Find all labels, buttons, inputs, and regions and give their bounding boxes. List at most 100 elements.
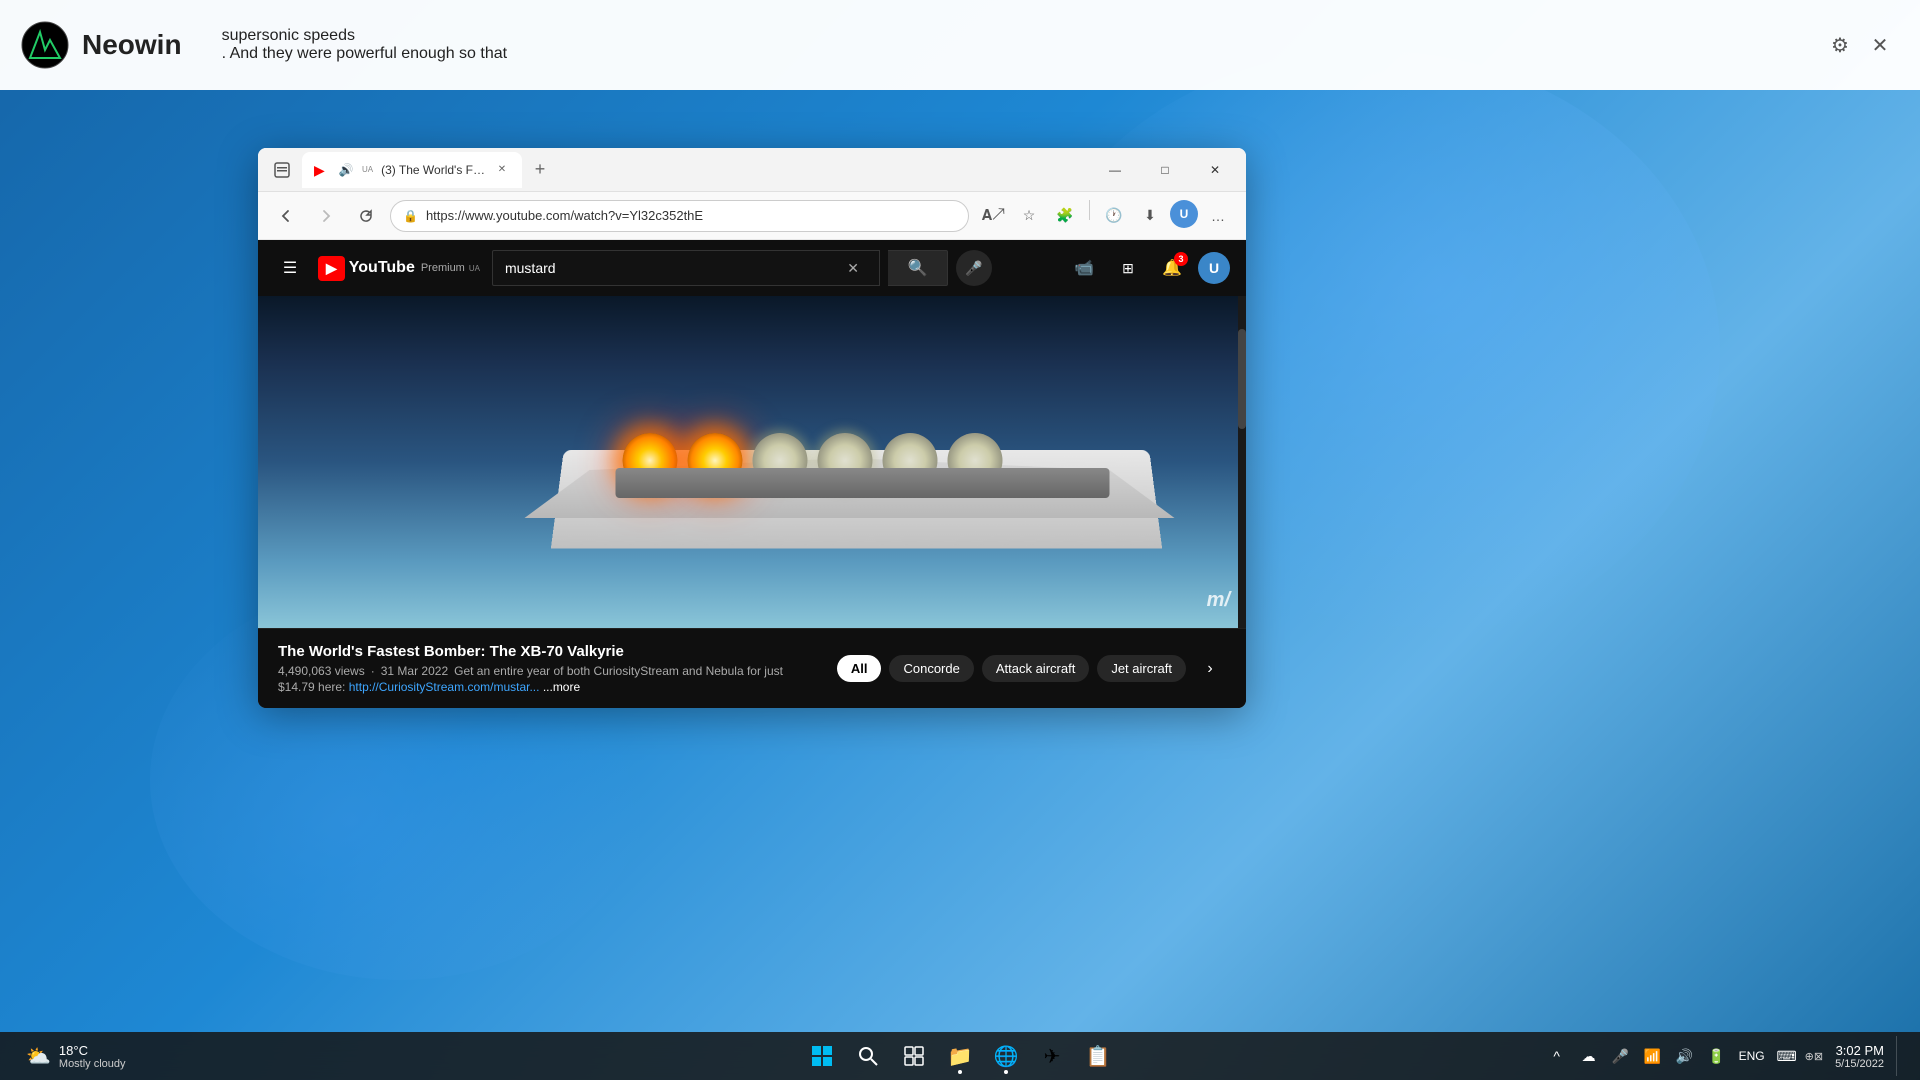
youtube-mic-button[interactable]: 🎤 xyxy=(956,250,992,286)
browser-actions: 𝐀↗ ☆ 🧩 🕐 ⬇ U … xyxy=(977,200,1234,232)
weather-info: 18°C Mostly cloudy xyxy=(59,1043,126,1070)
yt-menu-button[interactable]: ☰ xyxy=(274,252,306,284)
new-tab-button[interactable]: + xyxy=(524,154,556,186)
taskbar: ⛅ 18°C Mostly cloudy xyxy=(0,1032,1920,1080)
category-pills: All Concorde Attack aircraft Jet aircraf… xyxy=(837,653,1226,685)
search-icon xyxy=(858,1046,878,1066)
youtube-notifications-button[interactable]: 🔔 3 xyxy=(1154,250,1190,286)
back-button[interactable] xyxy=(270,200,302,232)
meta-separator: · xyxy=(371,664,375,678)
maximize-button[interactable]: □ xyxy=(1142,152,1188,188)
youtube-logo-text: YouTube xyxy=(349,259,415,277)
more-button[interactable]: ...more xyxy=(543,680,580,694)
edge-button[interactable]: 🌐 xyxy=(986,1036,1026,1076)
browser-window: ▶ 🔊 UA (3) The World's Fastest Bom... ✕ … xyxy=(258,148,1246,708)
tab-close-button[interactable]: ✕ xyxy=(494,162,510,178)
refresh-icon xyxy=(358,208,374,224)
profile-avatar[interactable]: U xyxy=(1170,200,1198,228)
task-view-button[interactable] xyxy=(894,1036,934,1076)
telegram-button[interactable]: ✈ xyxy=(1032,1036,1072,1076)
youtube-content: ☰ ▶ YouTube Premium UA ✕ 🔍 🎤 📹 xyxy=(258,240,1246,708)
video-title: The World's Fastest Bomber: The XB-70 Va… xyxy=(278,643,837,660)
address-bar: 🔒 https://www.youtube.com/watch?v=Yl32c3… xyxy=(258,192,1246,240)
url-bar[interactable]: 🔒 https://www.youtube.com/watch?v=Yl32c3… xyxy=(390,200,969,232)
tab-title: (3) The World's Fastest Bom... xyxy=(381,163,486,177)
weather-description: Mostly cloudy xyxy=(59,1058,126,1070)
start-button[interactable] xyxy=(802,1036,842,1076)
forward-button[interactable] xyxy=(310,200,342,232)
taskbar-right: ^ ☁ 🎤 📶 🔊 🔋 ENG ⌨ ⊕⊠ 3:02 PM 5/15/2022 xyxy=(1543,1036,1904,1076)
youtube-logo[interactable]: ▶ YouTube Premium UA xyxy=(318,256,480,281)
neowin-app-name: Neowin xyxy=(82,29,182,61)
video-desc-inline: Get an entire year of both CuriosityStre… xyxy=(454,664,783,678)
keyboard-layout-indicator[interactable]: ENG xyxy=(1735,1049,1769,1063)
system-tray: ^ ☁ 🎤 📶 🔊 🔋 ENG ⌨ ⊕⊠ xyxy=(1543,1042,1823,1070)
youtube-search-bar[interactable]: ✕ xyxy=(492,250,880,286)
history-button[interactable]: 🕐 xyxy=(1098,200,1130,232)
taskbar-center: 📁 🌐 ✈ 📋 xyxy=(802,1036,1118,1076)
app-button-5[interactable]: 📋 xyxy=(1078,1036,1118,1076)
youtube-create-button[interactable]: 📹 xyxy=(1066,250,1102,286)
downloads-button[interactable]: ⬇ xyxy=(1134,200,1166,232)
extensions-button[interactable]: 🧩 xyxy=(1049,200,1081,232)
tab-switcher-button[interactable] xyxy=(266,154,298,186)
video-scrollbar-thumb[interactable] xyxy=(1238,329,1246,429)
notification-close-button[interactable]: ✕ xyxy=(1860,25,1900,65)
window-controls: — □ ✕ xyxy=(1092,152,1238,188)
pill-concorde[interactable]: Concorde xyxy=(889,655,973,682)
refresh-button[interactable] xyxy=(350,200,382,232)
youtube-premium-label: Premium xyxy=(421,262,465,274)
file-explorer-button[interactable]: 📁 xyxy=(940,1036,980,1076)
desktop: Neowin supersonic speeds . And they were… xyxy=(0,0,1920,1080)
read-aloud-button[interactable]: 𝐀↗ xyxy=(977,200,1009,232)
pills-next-arrow[interactable]: › xyxy=(1194,653,1226,685)
youtube-user-avatar[interactable]: U xyxy=(1198,252,1230,284)
search-button[interactable] xyxy=(848,1036,888,1076)
search-clear-button[interactable]: ✕ xyxy=(839,260,867,277)
video-desc-link[interactable]: http://CuriosityStream.com/mustar... xyxy=(349,680,540,694)
video-scrollbar[interactable] xyxy=(1238,296,1246,628)
youtube-main-area: m/ The World's Fastest Bomber: The XB-70… xyxy=(258,296,1246,708)
youtube-header-actions: 📹 ⊞ 🔔 3 U xyxy=(1066,250,1230,286)
lock-icon: 🔒 xyxy=(403,209,418,223)
notification-settings-button[interactable]: ⚙ xyxy=(1820,25,1860,65)
notification-content: supersonic speeds . And they were powerf… xyxy=(222,27,1820,63)
pill-attack-aircraft[interactable]: Attack aircraft xyxy=(982,655,1089,682)
pill-jet-aircraft[interactable]: Jet aircraft xyxy=(1097,655,1186,682)
clock-date: 5/15/2022 xyxy=(1835,1058,1884,1070)
favorites-button[interactable]: ☆ xyxy=(1013,200,1045,232)
clock-time: 3:02 PM xyxy=(1836,1043,1884,1058)
show-desktop-button[interactable] xyxy=(1896,1036,1904,1076)
tray-keyboard-icon[interactable]: ⌨ xyxy=(1773,1042,1801,1070)
youtube-search-button[interactable]: 🔍 xyxy=(888,250,948,286)
system-clock[interactable]: 3:02 PM 5/15/2022 xyxy=(1829,1041,1890,1072)
active-tab[interactable]: ▶ 🔊 UA (3) The World's Fastest Bom... ✕ xyxy=(302,152,522,188)
tray-mic-icon[interactable]: 🎤 xyxy=(1607,1042,1635,1070)
notification-banner: Neowin supersonic speeds . And they were… xyxy=(0,0,1920,90)
video-info-left: The World's Fastest Bomber: The XB-70 Va… xyxy=(278,643,837,694)
ua-label: UA xyxy=(469,264,480,273)
close-button[interactable]: ✕ xyxy=(1192,152,1238,188)
video-player[interactable]: m/ xyxy=(258,296,1246,628)
youtube-apps-button[interactable]: ⊞ xyxy=(1110,250,1146,286)
notification-badge: 3 xyxy=(1174,252,1188,266)
tray-battery-icon[interactable]: 🔋 xyxy=(1703,1042,1731,1070)
video-date: 31 Mar 2022 xyxy=(381,664,448,678)
tab-bar: ▶ 🔊 UA (3) The World's Fastest Bom... ✕ … xyxy=(302,152,1084,188)
tray-cloud-icon[interactable]: ☁ xyxy=(1575,1042,1603,1070)
notification-line2: . And they were powerful enough so that xyxy=(222,45,1820,63)
app-5-icon: 📋 xyxy=(1086,1044,1111,1069)
engine-housing xyxy=(616,468,1110,498)
neowin-logo[interactable]: Neowin xyxy=(20,20,182,70)
more-menu-button[interactable]: … xyxy=(1202,200,1234,232)
taskbar-left: ⛅ 18°C Mostly cloudy xyxy=(16,1039,136,1074)
minimize-button[interactable]: — xyxy=(1092,152,1138,188)
tray-chevron-button[interactable]: ^ xyxy=(1543,1042,1571,1070)
pill-all[interactable]: All xyxy=(837,655,882,682)
tray-volume-icon[interactable]: 🔊 xyxy=(1671,1042,1699,1070)
video-views: 4,490,063 views xyxy=(278,664,365,678)
weather-widget[interactable]: ⛅ 18°C Mostly cloudy xyxy=(16,1039,136,1074)
tray-network-icon[interactable]: 📶 xyxy=(1639,1042,1667,1070)
youtube-search-input[interactable] xyxy=(505,260,839,276)
browser-title-bar: ▶ 🔊 UA (3) The World's Fastest Bom... ✕ … xyxy=(258,148,1246,192)
